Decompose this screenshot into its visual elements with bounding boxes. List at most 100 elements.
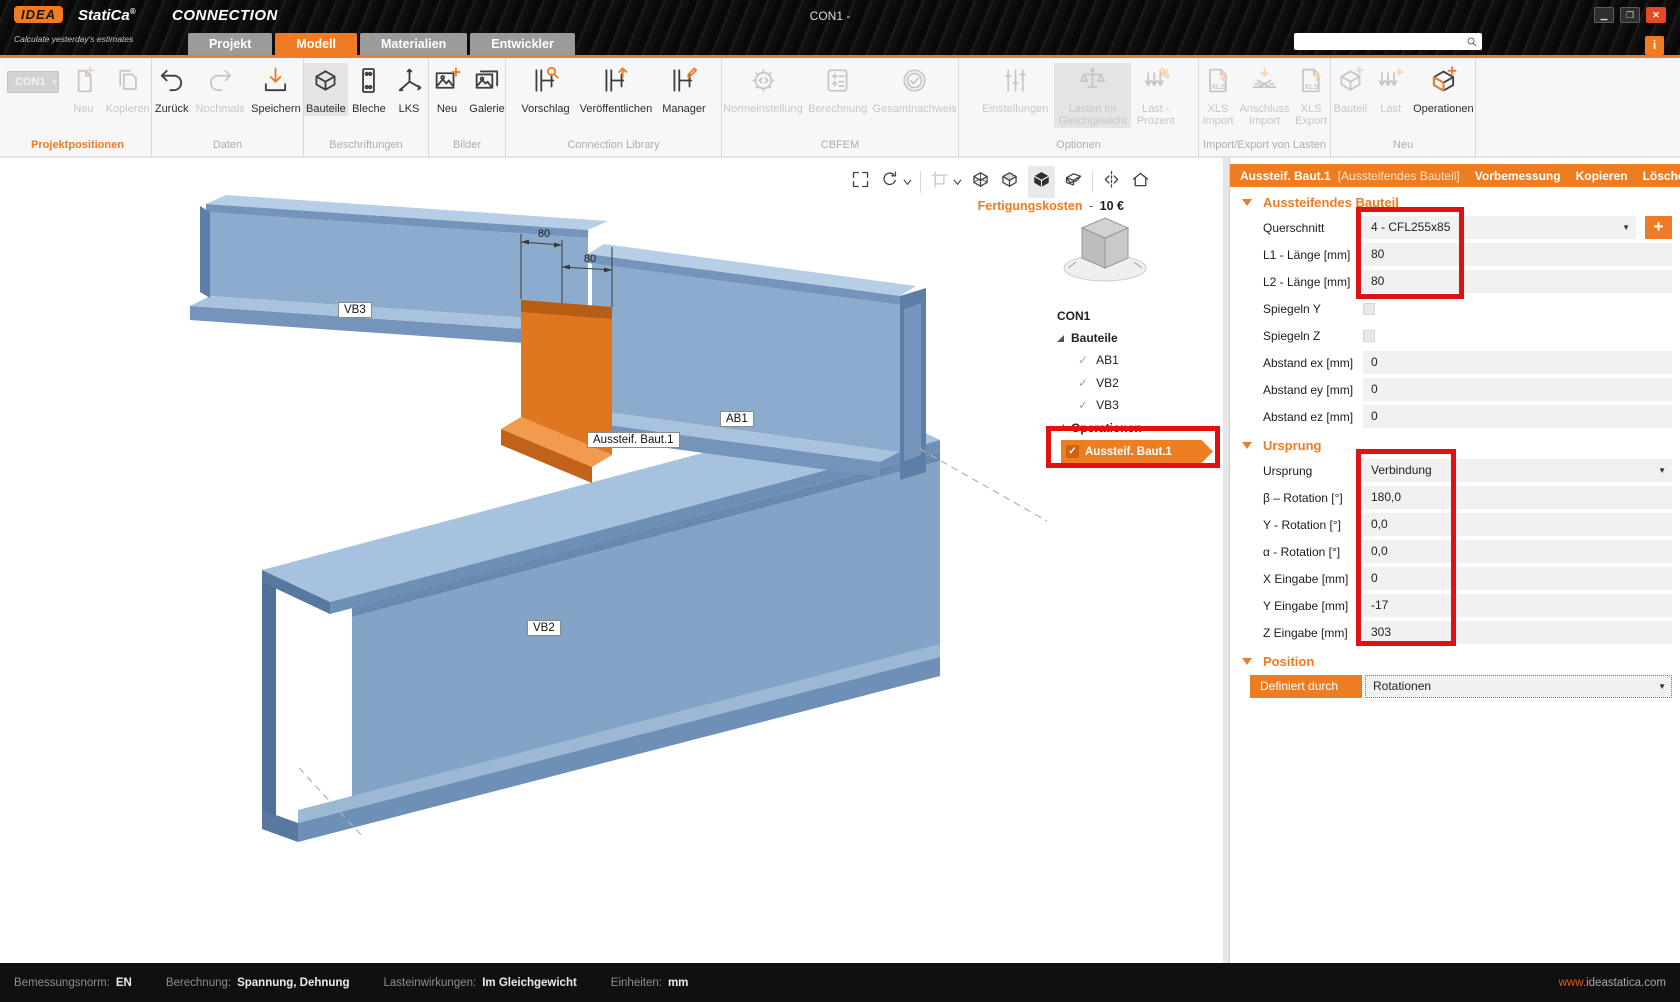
search-box[interactable] — [1294, 33, 1482, 50]
ribbon-button-label: Last — [1380, 103, 1402, 115]
definiert-durch-select[interactable]: Rotationen ▼ — [1365, 675, 1672, 698]
status-label: Einheiten: — [610, 976, 662, 989]
checkmark-icon[interactable]: ✓ — [1078, 353, 1088, 367]
chevron-down-icon[interactable] — [900, 173, 912, 191]
ribbon-button-label: Speichern — [251, 103, 301, 115]
ribbon-button-label: Anschluss Import — [1239, 103, 1290, 127]
dropdown-arrow-icon[interactable]: ▼ — [1658, 675, 1666, 698]
neu-button: Neu — [64, 63, 102, 116]
model-3d-scene[interactable]: 80 80 — [0, 158, 1223, 963]
cube-wireframe-button[interactable] — [970, 169, 991, 195]
cube-hidden-line-button[interactable] — [999, 169, 1020, 195]
status-value: Spannung, Dehnung — [237, 976, 350, 989]
dropdown-arrow-icon[interactable]: ▼ — [1658, 459, 1666, 482]
website-rest: ideastatica.com — [1586, 976, 1666, 989]
svg-text:XLS: XLS — [1304, 82, 1318, 91]
manager-button[interactable]: Manager — [658, 63, 709, 116]
löschen-action[interactable]: Löschen — [1643, 169, 1680, 183]
bleche-button[interactable]: Bleche — [350, 63, 388, 116]
chevron-down-icon[interactable] — [950, 173, 962, 191]
tab-materialien[interactable]: Materialien — [359, 33, 468, 55]
ribbon-button-label: Bleche — [352, 103, 386, 115]
website-link[interactable]: www.ideastatica.com — [1559, 977, 1666, 989]
library-edit-icon — [669, 66, 698, 100]
tab-modell[interactable]: Modell — [275, 33, 357, 55]
save-icon — [261, 66, 290, 100]
status-lasteinwirkungen: Lasteinwirkungen: Im Gleichgewicht — [384, 977, 577, 989]
section-header-position[interactable]: Position — [1230, 649, 1680, 673]
property-label: L1 - Länge [mm] — [1263, 247, 1351, 262]
veröffentlichen-button[interactable]: Veröffentlichen — [576, 63, 657, 116]
section-box-icon — [929, 169, 950, 195]
status-value: mm — [667, 976, 689, 989]
section-collapse-icon[interactable] — [1242, 657, 1252, 665]
gallery-icon — [473, 66, 502, 100]
property-label: Spiegeln Y — [1263, 301, 1321, 316]
panel-header: Aussteif. Baut.1 [Aussteifendes Bauteil]… — [1230, 164, 1680, 187]
tree-item-vb3[interactable]: ✓ VB3 — [1053, 394, 1223, 417]
kopieren-action[interactable]: Kopieren — [1576, 169, 1628, 183]
maximize-button[interactable]: ❐ — [1620, 7, 1640, 23]
tab-projekt[interactable]: Projekt — [188, 33, 273, 55]
mirror-button[interactable] — [1101, 169, 1122, 195]
tree-item-vb2[interactable]: ✓ VB2 — [1053, 372, 1223, 395]
definiert-durch-button[interactable]: Definiert durch — [1250, 675, 1362, 698]
property-label: Ursprung — [1263, 463, 1313, 478]
home-button[interactable] — [1130, 169, 1151, 195]
section-collapse-icon[interactable] — [1242, 441, 1252, 449]
ribbon-group-label: Neu — [1392, 139, 1414, 151]
highlight-box-origin — [1356, 449, 1456, 646]
speichern-button[interactable]: Speichern — [249, 63, 303, 116]
cube-clipped-button[interactable] — [1063, 169, 1084, 195]
tab-entwickler[interactable]: Entwickler — [470, 33, 575, 55]
vorbemessung-action[interactable]: Vorbemessung — [1475, 169, 1561, 183]
lks-button[interactable]: LKS — [390, 63, 428, 116]
ribbon-button-label: Lasten im Gleichgewicht — [1058, 103, 1127, 127]
vorschlag-button[interactable]: Vorschlag — [517, 63, 573, 116]
tree-collapse-icon[interactable] — [1057, 334, 1064, 342]
app-name: CONNECTION — [172, 7, 278, 24]
checkmark-icon[interactable]: ✓ — [1078, 398, 1088, 412]
panel-divider[interactable] — [1223, 158, 1230, 963]
add-cross-section-button[interactable]: + — [1645, 216, 1672, 239]
doc-new-icon — [69, 66, 98, 100]
navigation-cube[interactable] — [1063, 217, 1147, 282]
property-label: α - Rotation [°] — [1263, 544, 1341, 559]
abstand-ex-mm-input[interactable]: 0 — [1363, 351, 1672, 374]
tree-section-bauteile[interactable]: Bauteile — [1053, 327, 1223, 349]
section-collapse-icon[interactable] — [1242, 198, 1252, 206]
spiegeln-y-checkbox[interactable] — [1363, 302, 1375, 315]
model-viewport[interactable]: 80 80 Fertigungskosten - 10 € VB3 AB1 VB… — [0, 158, 1223, 963]
ribbon-button-label: Neu — [436, 103, 458, 115]
tree-item-ab1[interactable]: ✓ AB1 — [1053, 349, 1223, 372]
ribbon-group-label: Daten — [212, 139, 243, 151]
tree-root[interactable]: CON1 — [1053, 305, 1223, 327]
cube-solid-button[interactable] — [1028, 166, 1055, 198]
ribbon-button-label: Kopieren — [105, 103, 150, 115]
cost-value: 10 € — [1099, 199, 1124, 213]
checkmark-icon[interactable]: ✓ — [1078, 376, 1088, 390]
cost-label: Fertigungskosten — [977, 199, 1083, 213]
abstand-ey-mm-input[interactable]: 0 — [1363, 378, 1672, 401]
expand-button[interactable] — [850, 169, 871, 195]
zurück-button[interactable]: Zurück — [152, 63, 191, 116]
lasten-im-gleichgewicht-button: Lasten im Gleichgewicht — [1054, 63, 1131, 128]
info-button[interactable]: i — [1645, 36, 1664, 55]
galerie-button[interactable]: Galerie — [468, 63, 506, 116]
neu-button[interactable]: Neu — [428, 63, 466, 116]
ribbon-button-label: Manager — [662, 103, 706, 115]
minimize-button[interactable]: ▁ — [1594, 7, 1614, 23]
ribbon-button-label: XLS Import — [1202, 103, 1234, 127]
abstand-ez-mm-input[interactable]: 0 — [1363, 405, 1672, 428]
status-value: EN — [115, 976, 132, 989]
section-box-button — [929, 169, 962, 195]
search-input[interactable] — [1298, 35, 1466, 48]
close-button[interactable]: ✕ — [1646, 7, 1666, 23]
bauteile-button[interactable]: Bauteile — [304, 63, 348, 116]
tree-item-label: VB2 — [1096, 375, 1119, 390]
beam-vb2[interactable] — [262, 408, 940, 842]
dropdown-arrow-icon[interactable]: ▼ — [1622, 216, 1630, 239]
operationen-button[interactable]: Operationen — [1412, 63, 1475, 116]
rotate-button[interactable] — [879, 169, 912, 195]
spiegeln-z-checkbox[interactable] — [1363, 329, 1375, 342]
